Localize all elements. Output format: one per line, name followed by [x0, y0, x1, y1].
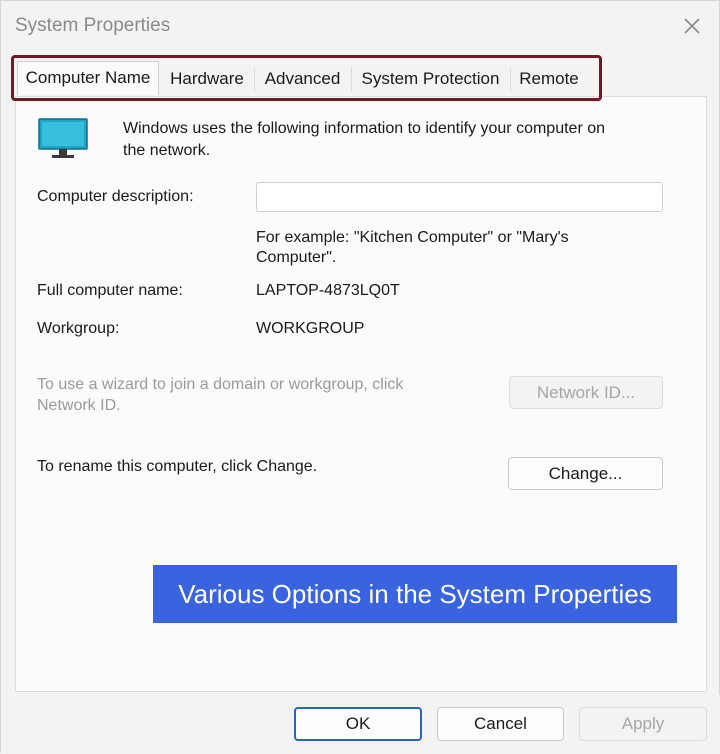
- rename-text: To rename this computer, click Change.: [37, 458, 318, 475]
- computer-description-label: Computer description:: [37, 188, 194, 205]
- cancel-button[interactable]: Cancel: [437, 707, 564, 741]
- full-computer-name-value: LAPTOP-4873LQ0T: [256, 282, 400, 299]
- example-text-line-2: Computer".: [256, 249, 337, 266]
- caption-banner: Various Options in the System Properties: [153, 565, 677, 623]
- intro-text-line-2: the network.: [123, 142, 211, 159]
- example-text-line-1: For example: "Kitchen Computer" or "Mary…: [256, 229, 569, 246]
- wizard-text-line-2: Network ID.: [37, 397, 121, 414]
- workgroup-value: WORKGROUP: [256, 320, 365, 337]
- close-button[interactable]: [677, 11, 707, 41]
- workgroup-label: Workgroup:: [37, 320, 120, 337]
- wizard-text-line-1: To use a wizard to join a domain or work…: [37, 376, 404, 393]
- intro-text-line-1: Windows uses the following information t…: [123, 120, 606, 137]
- title-bar: System Properties: [1, 1, 720, 53]
- window-title: System Properties: [15, 15, 171, 36]
- full-computer-name-label: Full computer name:: [37, 282, 183, 299]
- change-button[interactable]: Change...: [508, 457, 663, 490]
- tabs-highlight-box: [11, 55, 602, 101]
- network-id-button[interactable]: Network ID...: [509, 376, 663, 409]
- ok-button[interactable]: OK: [294, 707, 422, 741]
- computer-description-input[interactable]: [256, 182, 663, 212]
- system-properties-window: System Properties Computer Name Hardware…: [0, 0, 720, 754]
- computer-monitor-icon: [38, 118, 88, 158]
- apply-button[interactable]: Apply: [579, 707, 707, 741]
- close-icon: [684, 18, 700, 34]
